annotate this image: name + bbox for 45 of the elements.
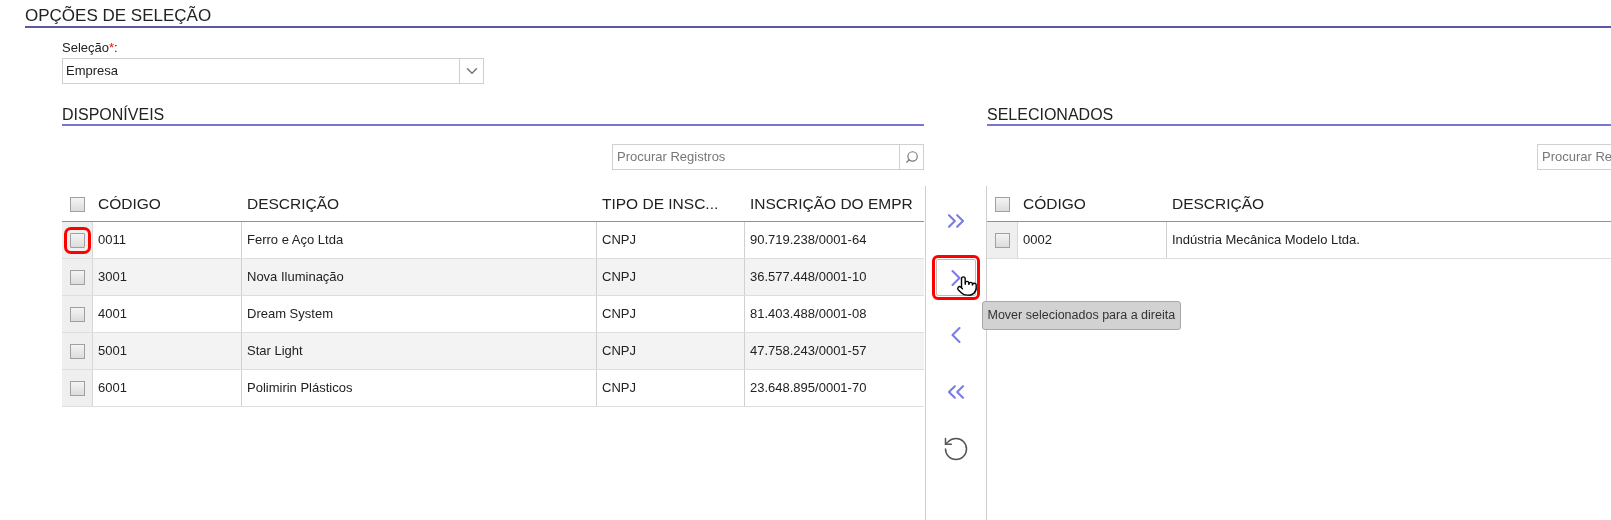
table-cell-text: 90.719.238/0001-64 <box>749 231 868 250</box>
column-header: CÓDIGO <box>1022 194 1087 215</box>
table-cell: 6001 <box>93 370 242 406</box>
table-cell: Star Light <box>242 333 597 369</box>
hand-cursor-icon <box>955 275 978 297</box>
table-cell: Dream System <box>242 296 597 332</box>
table-cell: CNPJ <box>597 296 745 332</box>
table-cell-text: 47.758.243/0001-57 <box>749 342 868 361</box>
field-label: Seleção*: <box>62 40 119 56</box>
table-cell: 5001 <box>93 333 242 369</box>
checkbox[interactable] <box>69 306 85 322</box>
column-header: DESCRIÇÃO <box>246 194 341 215</box>
table-cell: CNPJ <box>597 333 745 369</box>
column-header: DESCRIÇÃO <box>1171 194 1266 215</box>
search-icon <box>904 150 919 164</box>
table-cell: Ferro e Aço Ltda <box>242 222 597 258</box>
table-cell: 0011 <box>93 222 242 258</box>
column-header: TIPO DE INSC... <box>601 194 720 215</box>
table-cell: 3001 <box>93 259 242 295</box>
checkbox[interactable] <box>69 269 85 285</box>
section-heading: SELECIONADOS <box>987 104 1611 126</box>
table-cell-text: 23.648.895/0001-70 <box>749 379 868 398</box>
checkbox[interactable] <box>69 380 85 396</box>
column-header: INSCRIÇÃO DO EMPR <box>749 194 914 215</box>
page-heading: OPÇÕES DE SELEÇÃO <box>25 4 1611 28</box>
checkbox[interactable] <box>70 196 85 212</box>
table-cell: CNPJ <box>597 370 745 406</box>
checkbox[interactable] <box>995 196 1010 212</box>
table-cell: Nova Iluminação <box>242 259 597 295</box>
table-cell: Polimirin Plásticos <box>242 370 597 406</box>
select-dropdown[interactable]: Empresa <box>62 58 484 84</box>
checkbox[interactable] <box>69 343 85 359</box>
search-field[interactable]: Procurar Re <box>1537 144 1611 170</box>
table-cell: CNPJ <box>597 259 745 295</box>
checkbox[interactable] <box>994 232 1010 248</box>
section-heading: DISPONÍVEIS <box>62 104 924 126</box>
table-cell: CNPJ <box>597 222 745 258</box>
tooltip: Mover selecionados para a direita <box>981 301 1182 330</box>
table-cell: 0002 <box>1018 222 1167 258</box>
table-cell: 4001 <box>93 296 242 332</box>
column-header: CÓDIGO <box>97 194 162 215</box>
table-cell-text: Indústria Mecânica Modelo Ltda. <box>1171 231 1361 250</box>
search-field[interactable]: Procurar Registros <box>612 144 900 170</box>
table-cell-text: 81.403.488/0001-08 <box>749 305 868 324</box>
table-cell-text: 36.577.448/0001-10 <box>749 268 868 287</box>
